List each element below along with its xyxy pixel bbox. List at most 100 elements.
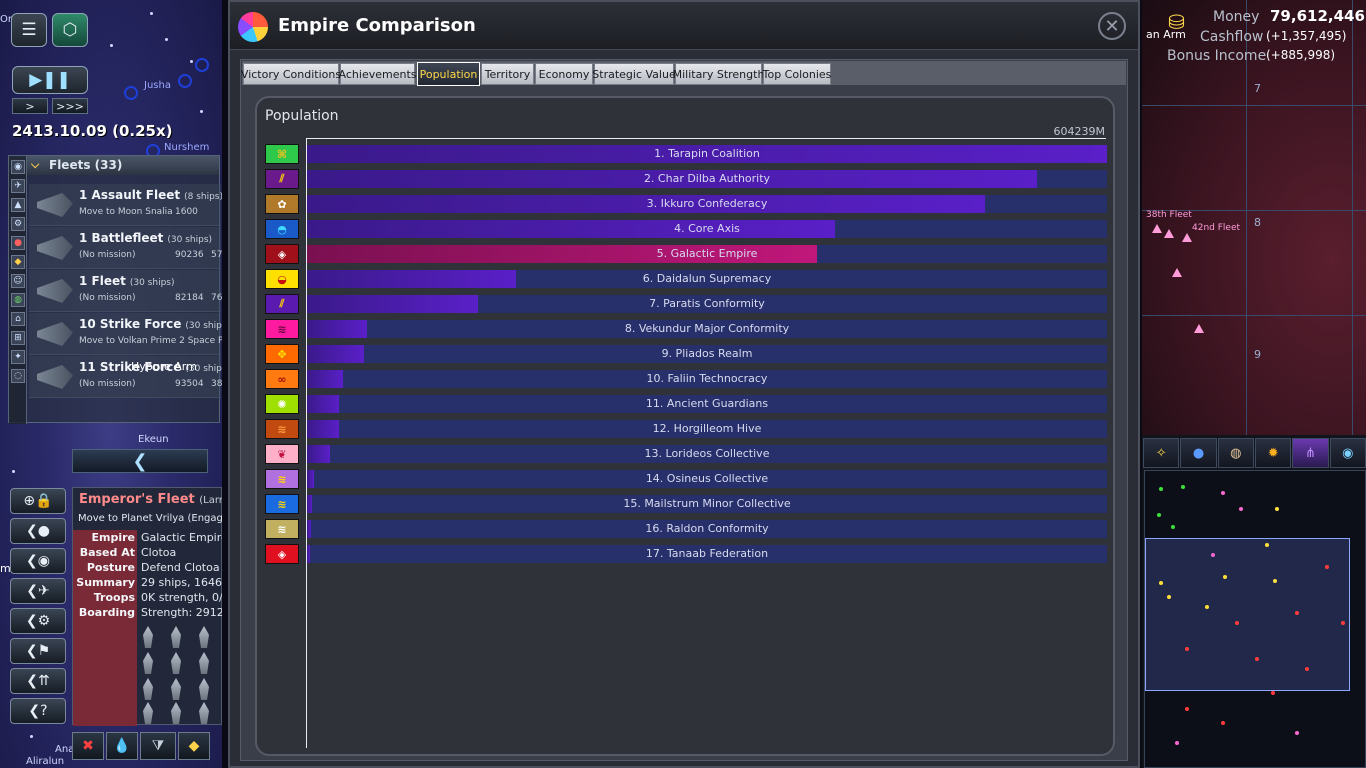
enemy-fleet-marker[interactable] bbox=[1194, 324, 1204, 333]
population-bar-track: 17. Tanaab Federation bbox=[307, 545, 1107, 563]
population-row[interactable]: ⌘ 1. Tarapin Coalition bbox=[265, 144, 1107, 164]
enemy-fleet-marker[interactable] bbox=[1164, 229, 1174, 238]
refuel-button[interactable]: 💧 bbox=[106, 732, 138, 760]
ship-thumb-icon[interactable] bbox=[171, 702, 181, 724]
ship-thumb-icon[interactable] bbox=[171, 678, 181, 700]
tab-achievements[interactable]: Achievements bbox=[339, 63, 416, 85]
tab-top-colonies[interactable]: Top Colonies bbox=[763, 63, 831, 85]
population-row[interactable]: ◒ 6. Daidalun Supremacy bbox=[265, 269, 1107, 289]
detail-row: Posture Defend Clotoa ar bbox=[73, 561, 222, 576]
ship-thumb-icon[interactable] bbox=[199, 702, 209, 724]
enemy-fleet-marker[interactable] bbox=[1172, 268, 1182, 277]
filter-warship-icon[interactable]: ✈ bbox=[11, 179, 25, 193]
filter-troop-icon[interactable]: ▲ bbox=[11, 198, 25, 212]
max-speed-button[interactable]: >>> bbox=[52, 98, 88, 114]
ship-thumb-icon[interactable] bbox=[171, 626, 181, 648]
grid-row-9: 9 bbox=[1254, 348, 1261, 361]
ship-thumb-icon[interactable] bbox=[199, 626, 209, 648]
population-row[interactable]: ✺ 11. Ancient Guardians bbox=[265, 394, 1107, 414]
tab-economy[interactable]: Economy bbox=[535, 63, 593, 85]
population-row[interactable]: ≋ 15. Mailstrum Minor Collective bbox=[265, 494, 1107, 514]
flag-button[interactable]: ❮⚑ bbox=[10, 638, 66, 664]
filter-ship-icon[interactable]: ⌂ bbox=[11, 312, 25, 326]
filter-gold-icon[interactable]: ◆ bbox=[11, 255, 25, 269]
collapse-fleets-button[interactable]: ❮ bbox=[72, 449, 208, 473]
population-bar-track: 9. Pliados Realm bbox=[307, 345, 1107, 363]
ship-thumb-icon[interactable] bbox=[171, 652, 181, 674]
ship-thumb-icon[interactable] bbox=[143, 626, 153, 648]
nebula-icon[interactable]: ⋔ bbox=[1292, 438, 1329, 468]
tab-strategic-value[interactable]: Strategic Value bbox=[592, 63, 676, 85]
gas-giant-icon[interactable]: ◍ bbox=[1217, 438, 1254, 468]
settings-button[interactable]: ❮⚙ bbox=[10, 608, 66, 634]
population-row[interactable]: ≋ 16. Raldon Conformity bbox=[265, 519, 1107, 539]
population-row[interactable]: ⫽ 2. Char Dilba Authority bbox=[265, 169, 1107, 189]
filter-misc-icon[interactable]: ◌ bbox=[11, 369, 25, 383]
tab-victory-conditions[interactable]: Victory Conditions bbox=[241, 63, 341, 85]
ship-thumb-icon[interactable] bbox=[143, 702, 153, 724]
fleet-row[interactable]: 1 Fleet(30 ships) (No mission) 82184 768 bbox=[29, 270, 222, 312]
fleet-ships: (30 ships) bbox=[185, 321, 222, 331]
filter-gear-icon[interactable]: ⚙ bbox=[11, 217, 25, 231]
fleet-group-button[interactable]: ❮⇈ bbox=[10, 668, 66, 694]
filter-base-icon[interactable]: ⊞ bbox=[11, 331, 25, 345]
population-row[interactable]: ∞ 10. Faliin Technocracy bbox=[265, 369, 1107, 389]
filter-star-icon[interactable]: ✦ bbox=[11, 350, 25, 364]
sun-icon[interactable]: ✹ bbox=[1254, 438, 1292, 468]
population-row[interactable]: ✿ 3. Ikkuro Confederacy bbox=[265, 194, 1107, 214]
ship-thumb-icon[interactable] bbox=[143, 678, 153, 700]
ship-thumb-icon[interactable] bbox=[199, 652, 209, 674]
filter-all-icon[interactable]: ◉ bbox=[11, 160, 25, 174]
tab-military-strength[interactable]: Military Strength bbox=[673, 63, 764, 85]
population-row[interactable]: ≋ 14. Osineus Collective bbox=[265, 469, 1107, 489]
disband-button[interactable]: ✖ bbox=[72, 732, 104, 760]
ship-icon[interactable]: ✧ bbox=[1143, 438, 1180, 468]
planet-icon[interactable]: ● bbox=[1180, 438, 1217, 468]
window-title-bar: Empire Comparison ✕ bbox=[230, 2, 1138, 50]
enemy-fleet-marker[interactable] bbox=[1152, 224, 1162, 233]
play-pause-button[interactable]: ▶❚❚ bbox=[12, 66, 88, 94]
horgilleom-flag-icon: ≋ bbox=[265, 419, 299, 439]
detail-value: Strength: 29120 bbox=[141, 606, 222, 619]
fleet-row[interactable]: 1 Assault Fleet (8 ships) Move to Moon Sn… bbox=[29, 184, 222, 226]
target-lock-button[interactable]: ⊕🔒 bbox=[10, 488, 66, 514]
close-icon: ✕ bbox=[1104, 15, 1120, 37]
empire-button[interactable]: ◆ bbox=[178, 732, 210, 760]
explore-button[interactable]: ❮? bbox=[10, 698, 66, 724]
ship-view-button[interactable]: ❮✈ bbox=[10, 578, 66, 604]
ship-thumb-icon[interactable] bbox=[199, 678, 209, 700]
fleets-header[interactable]: ⌵ Fleets (33) bbox=[9, 156, 219, 175]
menu-button[interactable]: ☰ bbox=[11, 13, 47, 47]
ship-list-button[interactable]: ⧩ bbox=[140, 732, 176, 760]
close-button[interactable]: ✕ bbox=[1098, 12, 1126, 40]
speed-up-button[interactable]: > bbox=[12, 98, 48, 114]
help-button[interactable]: ⬡ bbox=[52, 13, 88, 47]
galaxy-minimap[interactable] bbox=[1144, 470, 1366, 768]
map-label-nurshem: Nurshem bbox=[164, 142, 210, 153]
filter-planet-icon[interactable]: ◍ bbox=[11, 293, 25, 307]
filter-person-icon[interactable]: ☺ bbox=[11, 274, 25, 288]
population-row[interactable]: ◈ 5. Galactic Empire bbox=[265, 244, 1107, 264]
population-row[interactable]: ≋ 8. Vekundur Major Conformity bbox=[265, 319, 1107, 339]
fleet-row[interactable]: 1 Battlefleet (30 ships) (No mission) 902… bbox=[29, 227, 222, 269]
tab-territory[interactable]: Territory bbox=[481, 63, 534, 85]
enemy-fleet-marker[interactable] bbox=[1182, 233, 1192, 242]
tarapin-flag-icon: ⌘ bbox=[265, 144, 299, 164]
population-row[interactable]: ◓ 4. Core Axis bbox=[265, 219, 1107, 239]
eye-view-button[interactable]: ❮◉ bbox=[10, 548, 66, 574]
game-date: 2413.10.09 (0.25x) bbox=[12, 122, 173, 140]
fleet-row[interactable]: 10 Strike Force(30 ships) Move to Volkan… bbox=[29, 313, 222, 355]
tab-population[interactable]: Population bbox=[417, 62, 480, 86]
population-row[interactable]: ✥ 9. Pliados Realm bbox=[265, 344, 1107, 364]
population-row[interactable]: ≋ 12. Horgilleom Hive bbox=[265, 419, 1107, 439]
population-row[interactable]: ◈ 17. Tanaab Federation bbox=[265, 544, 1107, 564]
planet-view-button[interactable]: ❮● bbox=[10, 518, 66, 544]
money-label: Money bbox=[1213, 9, 1260, 25]
minimap-viewport[interactable] bbox=[1145, 538, 1350, 691]
filter-red-icon[interactable]: ● bbox=[11, 236, 25, 250]
ship-thumb-icon[interactable] bbox=[143, 652, 153, 674]
population-row[interactable]: ⫽ 7. Paratis Conformity bbox=[265, 294, 1107, 314]
detail-value: Defend Clotoa ar bbox=[141, 561, 222, 574]
galaxy-icon[interactable]: ◉ bbox=[1329, 438, 1366, 468]
population-row[interactable]: ❦ 13. Lorideos Collective bbox=[265, 444, 1107, 464]
